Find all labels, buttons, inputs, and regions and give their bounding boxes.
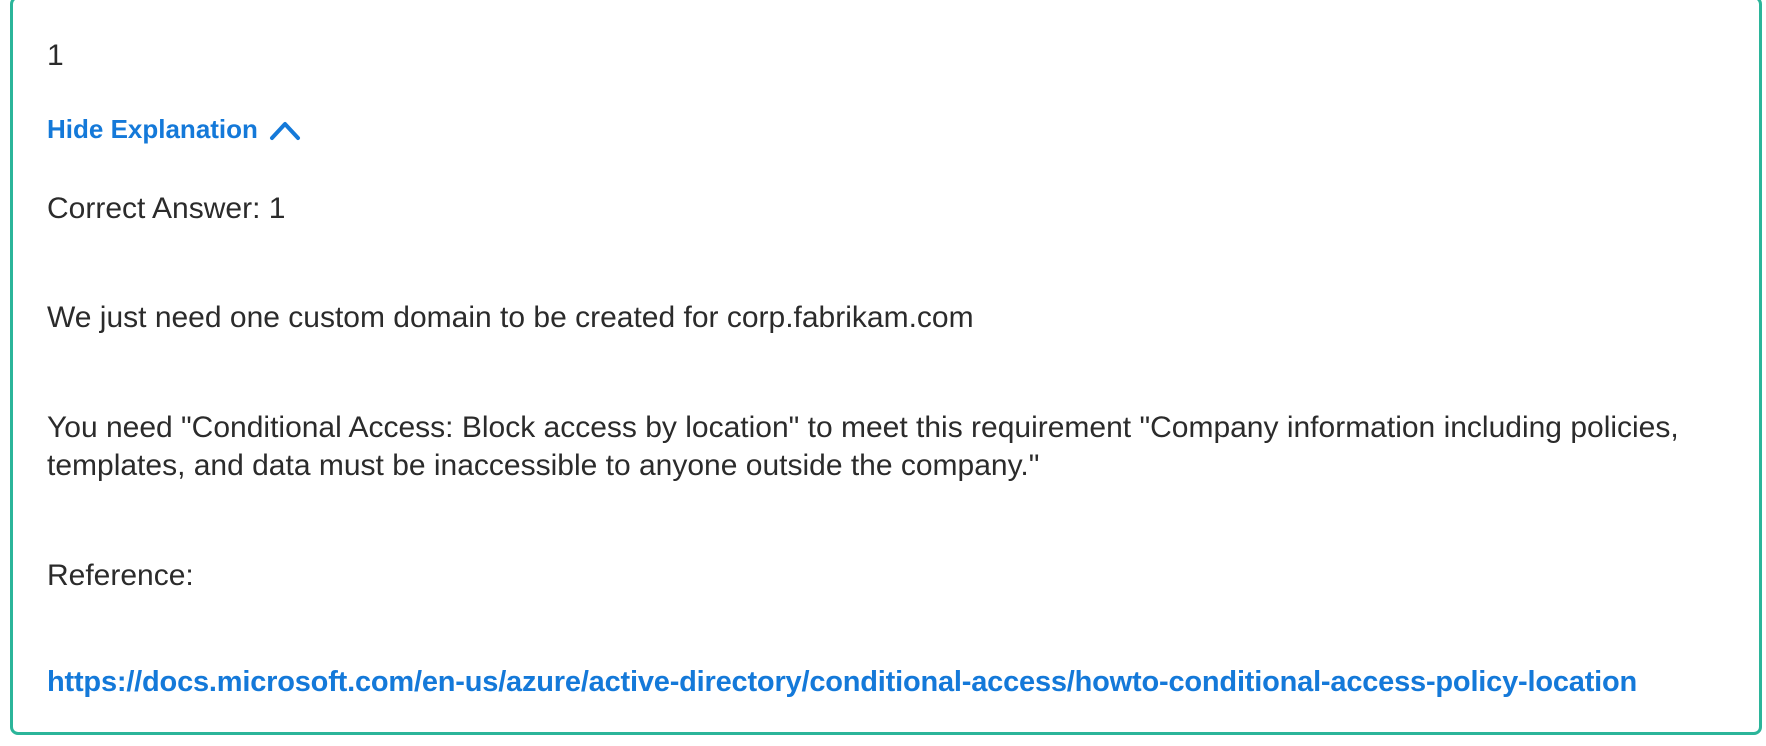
answer-value: 1	[47, 39, 64, 72]
hide-explanation-label: Hide Explanation	[47, 114, 258, 144]
hide-explanation-button[interactable]: Hide Explanation	[47, 114, 302, 145]
chevron-up-icon	[269, 121, 300, 140]
explanation-paragraph-2: You need "Conditional Access: Block acce…	[47, 411, 1679, 482]
correct-answer-text: Correct Answer: 1	[47, 192, 286, 225]
reference-label: Reference:	[47, 559, 194, 592]
reference-link[interactable]: https://docs.microsoft.com/en-us/azure/a…	[47, 666, 1637, 699]
explanation-card: 1 Hide Explanation Correct Answer: 1 We …	[10, 0, 1762, 735]
explanation-paragraph-1: We just need one custom domain to be cre…	[47, 301, 974, 334]
